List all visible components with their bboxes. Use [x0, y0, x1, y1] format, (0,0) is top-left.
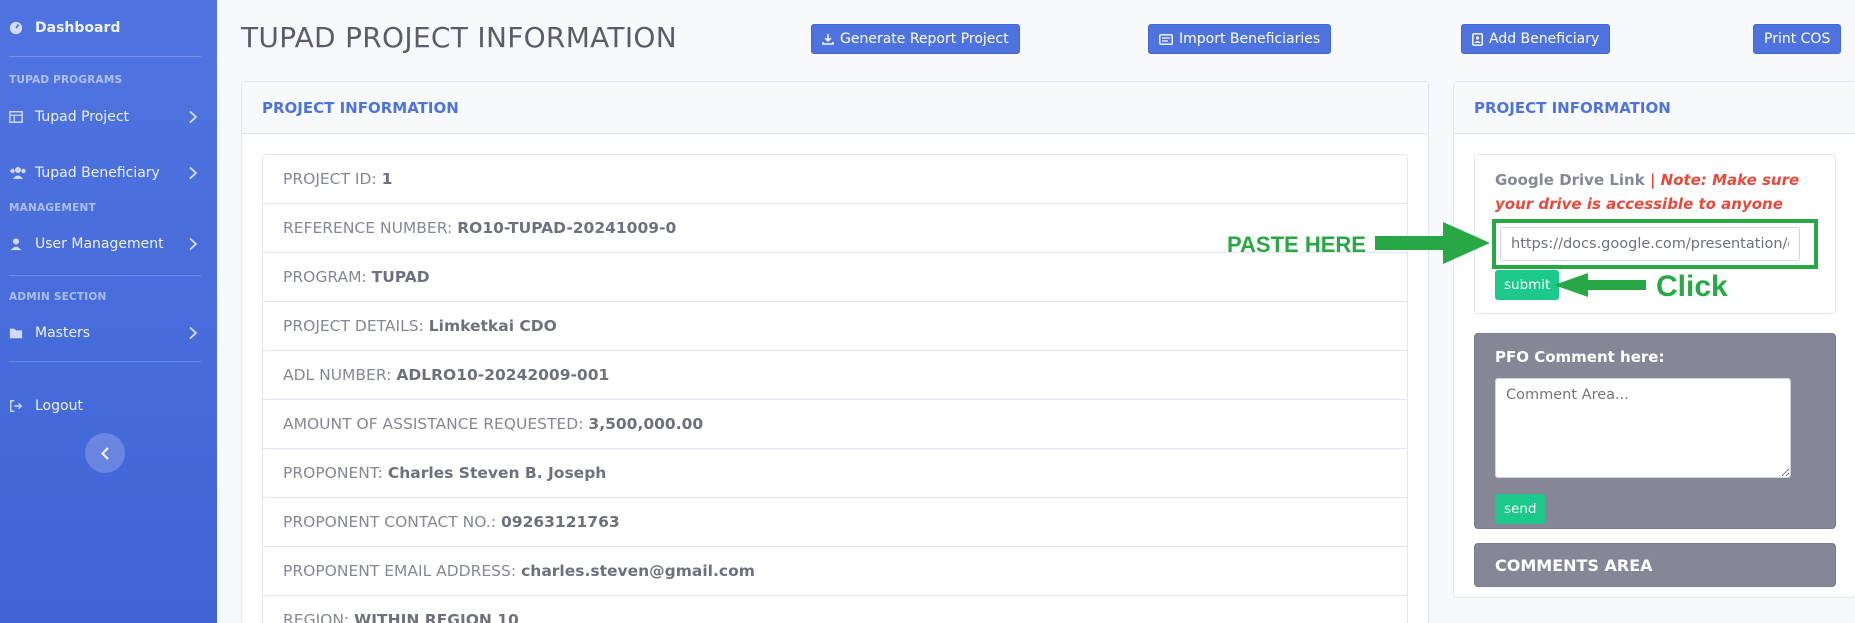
sidebar-item-masters[interactable]: Masters: [0, 323, 217, 343]
drive-link-label: Google Drive Link | Note: Make sure your…: [1495, 168, 1825, 216]
arrow-left-icon: [1554, 273, 1646, 297]
sidebar-item-label: Masters: [35, 325, 91, 341]
sidebar-item-tupad-beneficiary[interactable]: Tupad Beneficiary: [0, 163, 217, 183]
sidebar-item-user-management[interactable]: User Management: [0, 234, 217, 254]
click-annotation: Click: [1656, 270, 1728, 303]
sidebar-divider: [9, 56, 201, 57]
info-label: REFERENCE NUMBER:: [283, 219, 453, 237]
id-card-icon: [1159, 33, 1173, 45]
send-button[interactable]: send: [1495, 494, 1546, 524]
chevron-right-icon: [189, 326, 197, 340]
highlight-frame: [1492, 219, 1818, 269]
paste-here-annotation: PASTE HERE: [1227, 232, 1366, 257]
pfo-comment-title: PFO Comment here:: [1495, 348, 1665, 366]
comments-area-header[interactable]: COMMENTS AREA: [1474, 543, 1836, 587]
sidebar-heading: ADMIN SECTION: [9, 291, 107, 303]
drive-label-text: Google Drive Link: [1495, 171, 1645, 189]
folder-icon: [9, 328, 23, 339]
drive-link-input[interactable]: [1500, 227, 1800, 261]
sidebar-item-label: Logout: [35, 398, 83, 414]
generate-report-button[interactable]: Generate Report Project: [811, 24, 1020, 54]
table-icon: [9, 111, 23, 123]
side-info-card: PROJECT INFORMATION Google Drive Link | …: [1453, 81, 1855, 598]
users-icon: [10, 167, 26, 179]
chevron-right-icon: [189, 237, 197, 251]
sidebar-divider: [9, 275, 201, 276]
sidebar-item-label: User Management: [35, 236, 164, 252]
sidebar: Dashboard TUPAD PROGRAMS Tupad Project T…: [0, 0, 217, 623]
button-label: Add Beneficiary: [1489, 31, 1600, 47]
chevron-right-icon: [189, 166, 197, 180]
info-value: WITHIN REGION 10: [354, 611, 519, 623]
page-title: TUPAD PROJECT INFORMATION: [241, 21, 677, 54]
info-value: Limketkai CDO: [428, 317, 557, 335]
user-icon: [10, 238, 22, 251]
list-item: REGION: WITHIN REGION 10: [263, 596, 1407, 623]
list-item: ADL NUMBER: ADLRO10-20242009-001: [263, 351, 1407, 400]
comment-textarea[interactable]: [1495, 378, 1791, 478]
list-item: PROGRAM: TUPAD: [263, 253, 1407, 302]
info-label: AMOUNT OF ASSISTANCE REQUESTED:: [283, 415, 584, 433]
list-item: PROPONENT CONTACT NO.: 09263121763: [263, 498, 1407, 547]
sidebar-item-dashboard[interactable]: Dashboard: [0, 18, 217, 38]
list-item: PROJECT ID: 1: [263, 155, 1407, 204]
button-label: Print COS: [1764, 31, 1831, 47]
sidebar-item-label: Tupad Project: [35, 109, 130, 125]
info-label: PROPONENT EMAIL ADDRESS:: [283, 562, 517, 580]
info-label: PROPONENT CONTACT NO.:: [283, 513, 496, 531]
list-item: AMOUNT OF ASSISTANCE REQUESTED: 3,500,000…: [263, 400, 1407, 449]
import-beneficiaries-button[interactable]: Import Beneficiaries: [1148, 24, 1332, 54]
button-label: Import Beneficiaries: [1179, 31, 1321, 47]
sidebar-item-label: Tupad Beneficiary: [35, 165, 160, 181]
info-value: 09263121763: [501, 513, 620, 531]
list-item: PROJECT DETAILS: Limketkai CDO: [263, 302, 1407, 351]
info-value: 1: [381, 170, 393, 188]
print-cos-button[interactable]: Print COS: [1753, 24, 1842, 54]
project-info-list: PROJECT ID: 1 REFERENCE NUMBER: RO10-TUPAD…: [262, 154, 1408, 623]
info-label: ADL NUMBER:: [283, 366, 392, 384]
pfo-comment-box: PFO Comment here: send: [1474, 333, 1836, 529]
drive-link-box: Google Drive Link | Note: Make sure your…: [1474, 154, 1836, 314]
button-label: Generate Report Project: [840, 31, 1009, 47]
info-value: ADLRO10-20242009-001: [396, 366, 610, 384]
card-title: PROJECT INFORMATION: [1454, 82, 1855, 134]
chevron-right-icon: [189, 110, 197, 124]
info-label: PROJECT ID:: [283, 170, 377, 188]
info-label: PROPONENT:: [283, 464, 383, 482]
add-beneficiary-button[interactable]: Add Beneficiary: [1461, 24, 1611, 54]
info-value: TUPAD: [371, 268, 430, 286]
sign-out-icon: [10, 400, 23, 412]
info-label: PROJECT DETAILS:: [283, 317, 424, 335]
sidebar-item-logout[interactable]: Logout: [0, 396, 217, 416]
chevron-left-icon: [100, 446, 109, 460]
project-info-card: PROJECT INFORMATION PROJECT ID: 1 REFEREN…: [241, 81, 1429, 623]
gauge-icon: [9, 21, 23, 35]
sidebar-toggle-button[interactable]: [85, 433, 125, 473]
info-label: PROGRAM:: [283, 268, 367, 286]
info-label: REGION:: [283, 611, 350, 623]
list-item: PROPONENT: Charles Steven B. Joseph: [263, 449, 1407, 498]
info-value: 3,500,000.00: [588, 415, 704, 433]
download-icon: [822, 34, 834, 45]
list-item: PROPONENT EMAIL ADDRESS: charles.steven@g…: [263, 547, 1407, 596]
sidebar-divider: [9, 361, 201, 362]
sidebar-item-label: Dashboard: [35, 20, 121, 36]
submit-button[interactable]: submit: [1495, 270, 1560, 300]
sidebar-heading: MANAGEMENT: [9, 202, 96, 214]
user-file-icon: [1472, 32, 1483, 46]
info-value: charles.steven@gmail.com: [521, 562, 755, 580]
sidebar-item-tupad-project[interactable]: Tupad Project: [0, 107, 217, 127]
card-title: PROJECT INFORMATION: [242, 82, 1428, 134]
info-value: Charles Steven B. Joseph: [387, 464, 607, 482]
info-value: RO10-TUPAD-20241009-0: [457, 219, 677, 237]
sidebar-heading: TUPAD PROGRAMS: [9, 74, 123, 86]
arrow-right-icon: [1375, 222, 1490, 264]
